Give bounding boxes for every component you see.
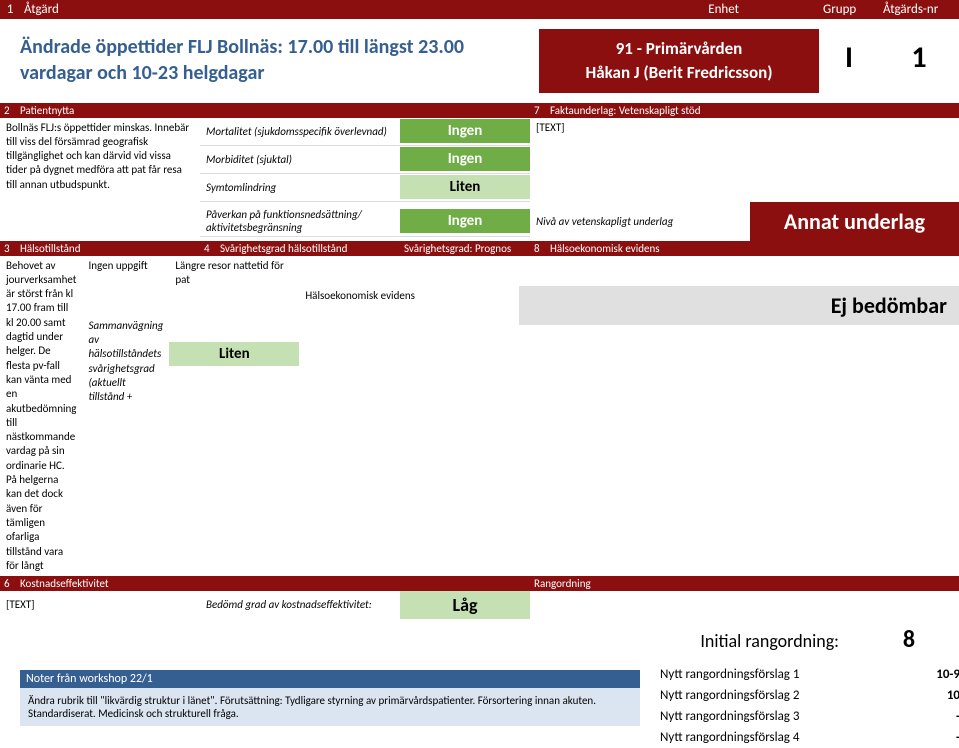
metric1-value: Ingen (400, 119, 530, 143)
section2-num: 2 (4, 104, 20, 117)
section2-label: Patientnytta (20, 104, 74, 117)
prognos-label: Svårighetsgrad: Prognos (404, 242, 511, 255)
metric4-label: Påverkan på funktionsnedsättning/ aktivi… (200, 206, 400, 236)
proposal-row: Nytt rangordningsförslag 3 - (640, 706, 959, 727)
initial-value: 8 (879, 625, 939, 654)
metric3-label: Symtomlindring (200, 179, 400, 196)
bedömd-value: Låg (400, 591, 530, 619)
proposal-value: 10-9 (900, 667, 959, 682)
section4-label: Svårighetsgrad hälsotillstånd (220, 242, 347, 255)
section2-text: Bollnäs FLJ:s öppettider minskas. Innebä… (0, 118, 200, 202)
section2-header: 2 Patientnytta (0, 103, 530, 118)
row-headers-6-rang: 6 Kostnadseffektivitet Rangordning (0, 576, 959, 591)
proposal-row: Nytt rangordningsförslag 2 10 (640, 685, 959, 706)
metric-row-4: Påverkan på funktionsnedsättning/ aktivi… (200, 206, 530, 237)
niva-label: Nivå av vetenskapligt underlag (530, 211, 750, 232)
row-body-3-4-8: Behovet av jourverksamhet är störst från… (0, 256, 959, 577)
unit-line2: Håkan J (Berit Fredricsson) (543, 61, 815, 85)
section6-num: 6 (4, 577, 20, 590)
row-metric4: Påverkan på funktionsnedsättning/ aktivi… (0, 202, 959, 241)
proposals-table: Nytt rangordningsförslag 1 10-9 Nytt ran… (640, 664, 959, 748)
section6-text: [TEXT] (0, 595, 200, 615)
section6-header: 6 Kostnadseffektivitet (0, 576, 530, 591)
proposal-value: 10 (900, 688, 959, 703)
section8-label: Hälsoekonomisk evidens (550, 242, 660, 255)
halsoek-sub-label: Hälsoekonomisk evidens (299, 286, 519, 325)
samman-label: Sammanvägning av hälsotillståndets svåri… (82, 316, 169, 408)
rangordning-label: Rangordning (534, 577, 591, 590)
row-headers-3-4-8: 3 Hälsotillstånd 4 Svårighetsgrad hälsot… (0, 241, 959, 256)
header-num: 1 (0, 0, 20, 19)
notes-header: Noter från workshop 22/1 (20, 670, 640, 688)
section7-num: 7 (534, 104, 550, 117)
samman-value: Liten (169, 342, 299, 366)
header-atgard: Åtgärd (20, 0, 539, 19)
metric3-value: Liten (400, 175, 530, 199)
header-row: 1 Åtgärd Enhet Grupp Åtgärds-nr (0, 0, 959, 19)
unit-line1: 91 - Primärvården (543, 37, 815, 61)
section8-header: 8 Hälsoekonomisk evidens (530, 241, 959, 256)
metric-row-1: Mortalitet (sjukdomsspecifik överlevnad)… (200, 118, 530, 146)
row-body-6: [TEXT] Bedömd grad av kostnadseffektivit… (0, 591, 959, 619)
notes-body: Ändra rubrik till "likvärdig struktur i … (20, 688, 640, 726)
top-section: Ändrade öppettider FLJ Bollnäs: 17.00 ti… (0, 19, 959, 103)
metric1-label: Mortalitet (sjukdomsspecifik överlevnad) (200, 123, 400, 140)
metric4-value: Ingen (400, 209, 530, 233)
proposal-value: - (900, 709, 959, 724)
section4-text: Ingen uppgift (82, 256, 169, 276)
metric-row-2: Morbiditet (sjuktal) Ingen (200, 146, 530, 174)
section8-num: 8 (534, 242, 550, 255)
metric-row-3: Symtomlindring Liten (200, 174, 530, 202)
proposal-row: Nytt rangordningsförslag 1 10-9 (640, 664, 959, 685)
badge-annat-underlag: Annat underlag (750, 202, 959, 241)
notes-row: Noter från workshop 22/1 Ändra rubrik ti… (0, 660, 959, 748)
initial-label: Initial rangordning: (700, 630, 839, 652)
atgnr-value: 1 (879, 29, 959, 93)
section6-label: Kostnadseffektivitet (20, 577, 109, 590)
section3-label: Hälsotillstånd (20, 242, 80, 255)
title-text: Ändrade öppettider FLJ Bollnäs: 17.00 ti… (20, 34, 519, 86)
badge-ej-bedombar: Ej bedömbar (519, 286, 959, 325)
row-body-2-7: Bollnäs FLJ:s öppettider minskas. Innebä… (0, 118, 959, 202)
proposal-label: Nytt rangordningsförslag 1 (660, 667, 900, 682)
section3-num: 3 (4, 242, 20, 255)
header-atgnr: Åtgärds-nr (879, 0, 959, 19)
section7-label: Faktaunderlag: Vetenskapligt stöd (550, 104, 701, 117)
proposal-row: Nytt rangordningsförslag 4 - (640, 727, 959, 748)
initial-row: Initial rangordning: 8 (0, 619, 959, 660)
prognos-text: Längre resor nattetid för pat (169, 256, 299, 291)
metric2-value: Ingen (400, 147, 530, 171)
section7-text: [TEXT] (530, 118, 959, 202)
proposal-label: Nytt rangordningsförslag 3 (660, 709, 900, 724)
title-block: Ändrade öppettider FLJ Bollnäs: 17.00 ti… (0, 29, 539, 93)
proposal-label: Nytt rangordningsförslag 4 (660, 730, 900, 745)
section4-num: 4 (204, 242, 220, 255)
rangordning-header: Rangordning (530, 576, 959, 591)
prognos-header: Svårighetsgrad: Prognos (400, 241, 530, 256)
section7-header: 7 Faktaunderlag: Vetenskapligt stöd (530, 103, 959, 118)
section3-header: 3 Hälsotillstånd (0, 241, 200, 256)
unit-block: 91 - Primärvården Håkan J (Berit Fredric… (539, 29, 819, 93)
row-headers-2-7: 2 Patientnytta 7 Faktaunderlag: Vetenska… (0, 103, 959, 118)
section4-header: 4 Svårighetsgrad hälsotillstånd (200, 241, 400, 256)
bedömd-label: Bedömd grad av kostnadseffektivitet: (200, 595, 400, 615)
proposal-label: Nytt rangordningsförslag 2 (660, 688, 900, 703)
section3-text: Behovet av jourverksamhet är störst från… (0, 256, 82, 577)
header-enhet: Enhet (539, 0, 819, 19)
header-grupp: Grupp (819, 0, 879, 19)
grupp-value: I (819, 29, 879, 93)
proposal-value: - (900, 730, 959, 745)
metric2-label: Morbiditet (sjuktal) (200, 151, 400, 168)
